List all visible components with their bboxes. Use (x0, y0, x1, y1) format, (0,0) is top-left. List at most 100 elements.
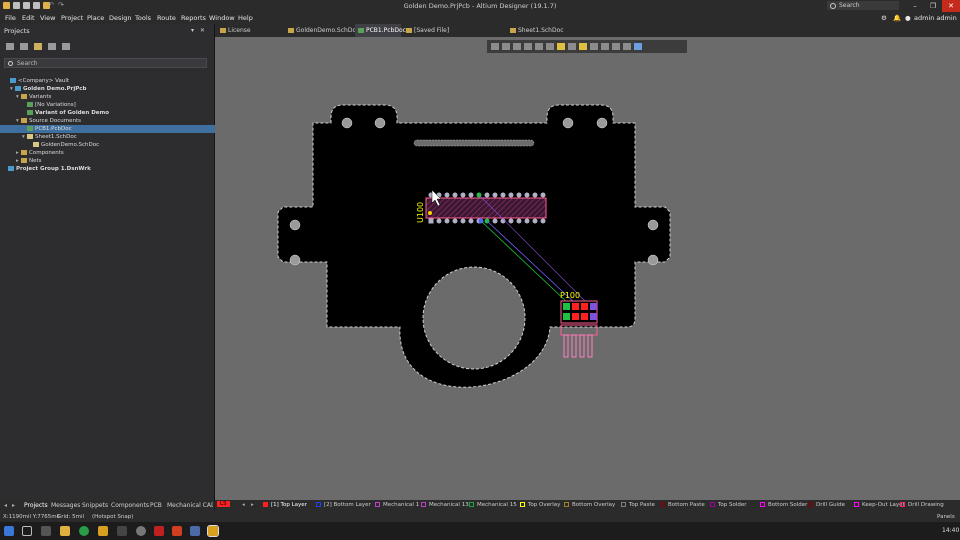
layer-tab[interactable]: Keep-Out Layer (854, 502, 905, 508)
schematic-doc-icon (27, 134, 33, 139)
menu-file[interactable]: File (5, 14, 16, 22)
scroll-right-icon[interactable]: ▸ (12, 502, 15, 509)
global-search-input[interactable]: Search (827, 1, 899, 10)
search-icon (830, 3, 836, 9)
layer-tab[interactable]: Top Paste (621, 502, 655, 508)
app-icon[interactable] (136, 526, 146, 536)
layer-tab[interactable]: Drill Drawing (900, 502, 944, 508)
menu-route[interactable]: Route (157, 14, 176, 22)
layer-label: Drill Guide (816, 502, 845, 508)
layer-tab[interactable]: Mechanical 13 (421, 502, 469, 508)
maximize-button[interactable]: ❐ (924, 0, 942, 12)
start-icon[interactable] (4, 526, 14, 536)
menu-edit[interactable]: Edit (22, 14, 35, 22)
notifications-icon[interactable]: 🔔 (893, 14, 901, 22)
tab-components[interactable]: Components (111, 502, 149, 509)
tree-item-sheet1[interactable]: ▾Sheet1.SchDoc▯✓ (0, 133, 236, 141)
tree-item-project[interactable]: ▾Golden Demo.PrjPcb✓ (0, 85, 224, 93)
altium-active-icon[interactable] (207, 525, 219, 537)
windows-taskbar: 14:40 (0, 522, 960, 540)
tree-item-vault[interactable]: <Company> Vault (0, 77, 224, 85)
layer-tab[interactable]: Bottom Solder (760, 502, 807, 508)
layer-color-swatch (900, 502, 905, 507)
tree-label: Variants (29, 94, 52, 100)
altium-icon[interactable] (98, 526, 108, 536)
tree-item-pcb1[interactable]: PCB1.PcbDoc▯ (0, 125, 241, 133)
save-all-icon[interactable] (48, 43, 56, 50)
task-view-icon[interactable] (22, 526, 32, 536)
panels-button[interactable]: Panels (937, 514, 955, 520)
settings-icon[interactable]: ⚙ (881, 14, 887, 22)
tree-item-variant[interactable]: Variant of Golden Demo (0, 109, 241, 117)
tab-pcb[interactable]: PCB (150, 502, 162, 509)
menu-tools[interactable]: Tools (135, 14, 151, 22)
powerpoint-icon[interactable] (172, 526, 182, 536)
tab-saved-goldendemo[interactable]: [Saved File] GoldenDemo.SchDoc * (403, 24, 507, 47)
tree-item-components[interactable]: ▸ Components (0, 149, 230, 157)
chrome-icon[interactable] (79, 526, 89, 536)
layer-tab[interactable]: Top Overlay (520, 502, 560, 508)
panel-controls[interactable]: ▾ ✕ (191, 27, 207, 34)
tab-pcb1-pcbdoc[interactable]: PCB1.PcbDoc (355, 24, 406, 37)
tab-label: Sheet1.SchDoc (518, 27, 564, 34)
tree-label: GoldenDemo.SchDoc (41, 142, 100, 148)
tab-messages[interactable]: Messages (51, 502, 80, 509)
tab-goldendemo-schdoc[interactable]: GoldenDemo.SchDoc (285, 24, 359, 37)
acrobat-icon[interactable] (154, 526, 164, 536)
tab-snippets[interactable]: Snippets (82, 502, 108, 509)
layer-tab[interactable]: Mechanical 1 (375, 502, 419, 508)
menu-design[interactable]: Design (109, 14, 131, 22)
pcb-doc-icon (27, 126, 33, 131)
tree-item-variants[interactable]: ▾ Variants (0, 93, 230, 101)
tree-item-source-documents[interactable]: ▾ Source Documents (0, 117, 230, 125)
menu-project[interactable]: Project (61, 14, 83, 22)
menu-help[interactable]: Help (238, 14, 253, 22)
tab-mechanical-cad[interactable]: Mechanical CAD C (167, 502, 213, 509)
menu-window[interactable]: Window (209, 14, 235, 22)
add-document-icon[interactable] (20, 43, 28, 50)
panel-search-input[interactable]: Search (4, 58, 207, 68)
tab-license-management[interactable]: License Management (217, 24, 285, 47)
title-bar: ↶ ↷ Golden Demo.PrjPcb - Altium Designer… (0, 0, 960, 12)
layer-scroll-left-icon[interactable]: ◂ (242, 502, 245, 508)
layer-tab[interactable]: Bottom Overlay (564, 502, 615, 508)
layer-tab[interactable]: Mechanical 15 (469, 502, 517, 508)
file-explorer-icon[interactable] (60, 526, 70, 536)
p100-pins (563, 334, 593, 358)
scroll-left-icon[interactable]: ◂ (4, 502, 7, 509)
status-bar: X:1190mil Y:7765mil Grid: 5mil (Hotspot … (0, 511, 960, 522)
user-name[interactable]: admin admin (914, 14, 957, 22)
menu-place[interactable]: Place (87, 14, 104, 22)
pcb-editor-canvas[interactable]: U100 P100 (215, 37, 960, 500)
minimize-button[interactable]: – (906, 0, 924, 12)
app-icon[interactable] (190, 526, 200, 536)
tree-item-nets[interactable]: ▸ Nets (0, 157, 230, 165)
tree-label: <Company> Vault (18, 78, 70, 84)
menu-view[interactable]: View (40, 14, 55, 22)
layer-tab[interactable]: Drill Guide (808, 502, 845, 508)
layer-tab[interactable]: [1] Top Layer (263, 502, 307, 508)
layer-color-swatch (263, 502, 268, 507)
menu-reports[interactable]: Reports (181, 14, 206, 22)
app-icon[interactable] (41, 526, 51, 536)
gear-icon[interactable] (62, 43, 70, 50)
tree-label: Nets (29, 158, 42, 164)
user-avatar-icon[interactable]: ● (905, 14, 911, 22)
save-project-icon[interactable] (6, 43, 14, 50)
layer-tab[interactable]: Top Solder (710, 502, 747, 508)
tree-label: Source Documents (29, 118, 81, 124)
layer-scroll-right-icon[interactable]: ▸ (251, 502, 254, 508)
app-icon[interactable] (117, 526, 127, 536)
close-button[interactable]: ✕ (942, 0, 960, 12)
tree-item-project-group[interactable]: Project Group 1.DsnWrk (0, 165, 222, 173)
layer-tab[interactable]: [2] Bottom Layer (316, 502, 371, 508)
tab-sheet1-schdoc[interactable]: Sheet1.SchDoc (507, 24, 567, 37)
tab-projects[interactable]: Projects (24, 502, 48, 509)
layer-color-swatch (854, 502, 859, 507)
tree-item-no-variations[interactable]: [No Variations] (0, 101, 241, 109)
tree-item-goldendemo-sch[interactable]: GoldenDemo.SchDoc▯✓ (0, 141, 247, 149)
layer-tab[interactable]: Bottom Paste (660, 502, 705, 508)
vault-icon (10, 78, 16, 83)
current-layer-indicator[interactable]: LS (217, 501, 230, 507)
open-folder-icon[interactable] (34, 43, 42, 50)
